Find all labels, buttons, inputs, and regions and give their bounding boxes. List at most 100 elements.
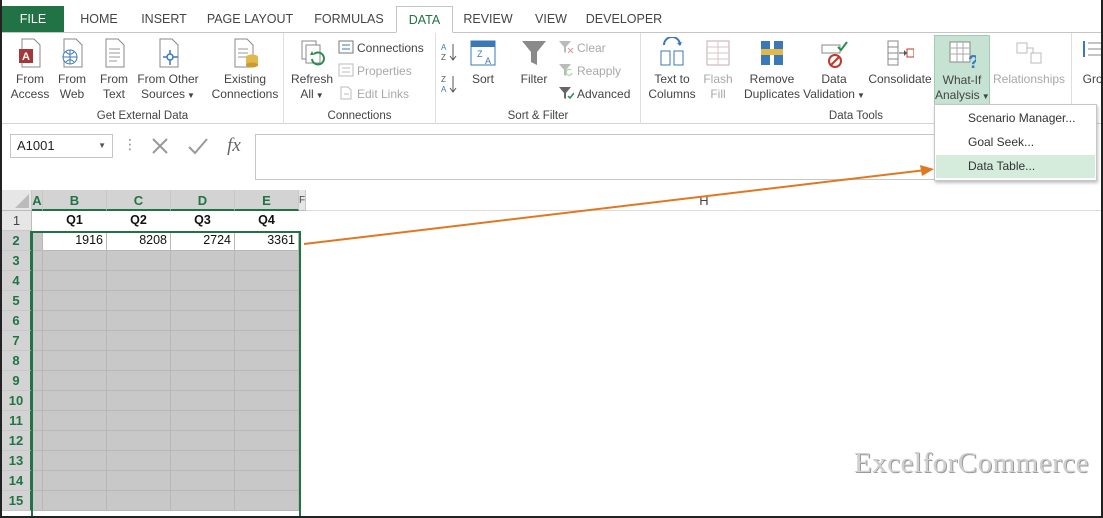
row-header-10[interactable]: 10: [2, 391, 32, 411]
row-header-12[interactable]: 12: [2, 431, 32, 451]
cell-a2[interactable]: [32, 231, 43, 251]
cell-e11[interactable]: [235, 411, 299, 431]
tab-view[interactable]: VIEW: [527, 6, 575, 32]
cell-e12[interactable]: [235, 431, 299, 451]
cell-d5[interactable]: [171, 291, 235, 311]
cell-a13[interactable]: [32, 451, 43, 471]
cell-d9[interactable]: [171, 371, 235, 391]
cell-d2[interactable]: 2724: [171, 231, 235, 251]
row-header-3[interactable]: 3: [2, 251, 32, 271]
cell-c6[interactable]: [107, 311, 171, 331]
cell-e15[interactable]: [235, 491, 299, 511]
cell-c7[interactable]: [107, 331, 171, 351]
cell-c11[interactable]: [107, 411, 171, 431]
refresh-all-button[interactable]: Refresh All ▼: [290, 37, 334, 103]
reapply-button[interactable]: Reapply: [558, 61, 621, 81]
cell-b6[interactable]: [43, 311, 107, 331]
cell-a8[interactable]: [32, 351, 43, 371]
tab-review[interactable]: REVIEW: [459, 6, 517, 32]
row-header-5[interactable]: 5: [2, 291, 32, 311]
flash-fill-button[interactable]: Flash Fill: [701, 37, 735, 102]
cell-a3[interactable]: [32, 251, 43, 271]
row-header-14[interactable]: 14: [2, 471, 32, 491]
cell-e8[interactable]: [235, 351, 299, 371]
cell-e10[interactable]: [235, 391, 299, 411]
cell-b12[interactable]: [43, 431, 107, 451]
name-box[interactable]: A1001 ▼: [10, 134, 113, 158]
row-header-15[interactable]: 15: [2, 491, 32, 511]
cell-b8[interactable]: [43, 351, 107, 371]
tab-page-layout[interactable]: PAGE LAYOUT: [202, 6, 298, 32]
cell-e14[interactable]: [235, 471, 299, 491]
insert-function-button[interactable]: fx: [220, 132, 248, 160]
cell-b2[interactable]: 1916: [43, 231, 107, 251]
cell-c1[interactable]: Q2: [107, 211, 171, 231]
from-web-button[interactable]: From Web: [52, 37, 92, 102]
cancel-entry-button[interactable]: [146, 132, 174, 160]
cell-b4[interactable]: [43, 271, 107, 291]
cell-d7[interactable]: [171, 331, 235, 351]
cell-e3[interactable]: [235, 251, 299, 271]
cell-d10[interactable]: [171, 391, 235, 411]
cell-b14[interactable]: [43, 471, 107, 491]
clear-filter-button[interactable]: Clear: [558, 38, 606, 58]
tab-file[interactable]: FILE: [2, 6, 64, 32]
column-header-a[interactable]: A: [32, 190, 43, 211]
cell-b13[interactable]: [43, 451, 107, 471]
row-header-1[interactable]: 1: [2, 211, 32, 231]
tab-home[interactable]: HOME: [70, 6, 128, 32]
data-validation-button[interactable]: Data Validation ▼: [801, 37, 867, 103]
existing-connections-button[interactable]: Existing Connections: [208, 37, 282, 102]
cell-c9[interactable]: [107, 371, 171, 391]
cell-b7[interactable]: [43, 331, 107, 351]
cell-c15[interactable]: [107, 491, 171, 511]
cell-e1[interactable]: Q4: [235, 211, 299, 231]
cell-b1[interactable]: Q1: [43, 211, 107, 231]
cell-d13[interactable]: [171, 451, 235, 471]
more-options-icon[interactable]: ⋮: [123, 136, 137, 153]
cell-c3[interactable]: [107, 251, 171, 271]
row-header-9[interactable]: 9: [2, 371, 32, 391]
text-to-columns-button[interactable]: Text to Columns: [647, 36, 697, 102]
goal-seek-menu-item[interactable]: Goal Seek...: [936, 131, 1095, 154]
from-text-button[interactable]: From Text: [94, 37, 134, 102]
what-if-analysis-button[interactable]: ? What-If Analysis▼: [934, 35, 990, 107]
remove-duplicates-button[interactable]: Remove Duplicates: [741, 37, 803, 102]
filter-button[interactable]: Filter: [516, 37, 552, 87]
cell-b5[interactable]: [43, 291, 107, 311]
cell-e5[interactable]: [235, 291, 299, 311]
cell-a11[interactable]: [32, 411, 43, 431]
column-header-h[interactable]: H: [306, 190, 1101, 211]
cell-b11[interactable]: [43, 411, 107, 431]
row-header-6[interactable]: 6: [2, 311, 32, 331]
row-header-2[interactable]: 2: [2, 231, 32, 251]
cell-b15[interactable]: [43, 491, 107, 511]
column-header-b[interactable]: B: [43, 190, 107, 211]
tab-formulas[interactable]: FORMULAS: [308, 6, 390, 32]
tab-data[interactable]: DATA: [396, 6, 453, 33]
cell-a4[interactable]: [32, 271, 43, 291]
tab-insert[interactable]: INSERT: [135, 6, 193, 32]
from-access-button[interactable]: A From Access: [8, 37, 52, 102]
relationships-button[interactable]: Relationships: [993, 37, 1065, 87]
cell-d12[interactable]: [171, 431, 235, 451]
column-header-e[interactable]: E: [235, 190, 299, 211]
cell-c12[interactable]: [107, 431, 171, 451]
cell-c4[interactable]: [107, 271, 171, 291]
cell-e9[interactable]: [235, 371, 299, 391]
sort-a-to-z-button[interactable]: AZ: [440, 41, 461, 62]
select-all-corner[interactable]: [2, 190, 32, 211]
cell-a7[interactable]: [32, 331, 43, 351]
from-other-sources-button[interactable]: From Other Sources ▼: [135, 37, 201, 103]
column-header-c[interactable]: C: [107, 190, 171, 211]
cell-d1[interactable]: Q3: [171, 211, 235, 231]
cell-e13[interactable]: [235, 451, 299, 471]
cell-d6[interactable]: [171, 311, 235, 331]
cell-c5[interactable]: [107, 291, 171, 311]
advanced-filter-button[interactable]: Advanced: [558, 84, 630, 104]
cell-a9[interactable]: [32, 371, 43, 391]
cell-e4[interactable]: [235, 271, 299, 291]
cell-a1[interactable]: [32, 211, 43, 231]
cell-a12[interactable]: [32, 431, 43, 451]
group-button[interactable]: Grou: [1076, 37, 1101, 87]
